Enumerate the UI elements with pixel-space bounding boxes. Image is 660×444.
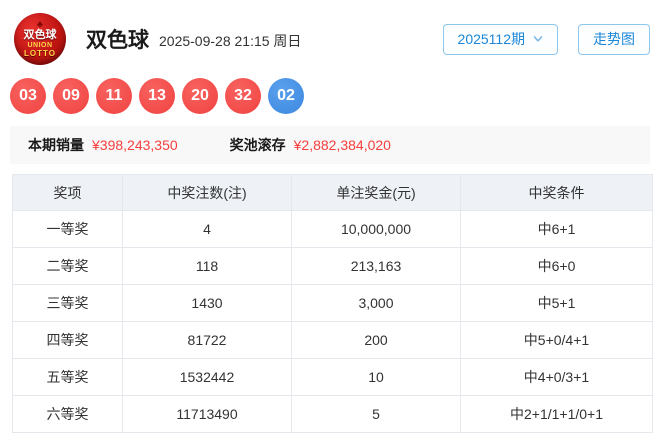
table-row: 二等奖 118 213,163 中6+0 <box>13 248 653 285</box>
prize-tier: 三等奖 <box>13 285 123 322</box>
sales-bar: 本期销量 ¥398,243,350 奖池滚存 ¥2,882,384,020 <box>10 126 650 164</box>
winner-count: 118 <box>123 248 292 285</box>
prize-amount: 3,000 <box>292 285 461 322</box>
red-ball-4: 13 <box>139 78 175 114</box>
winner-count: 11713490 <box>123 396 292 433</box>
red-ball-5: 20 <box>182 78 218 114</box>
table-row: 一等奖 4 10,000,000 中6+1 <box>13 211 653 248</box>
sales-value: ¥398,243,350 <box>92 137 178 153</box>
prize-amount: 10,000,000 <box>292 211 461 248</box>
win-condition: 中2+1/1+1/0+1 <box>461 396 653 433</box>
trend-chart-button[interactable]: 走势图 <box>578 24 650 55</box>
winner-count: 1430 <box>123 285 292 322</box>
header-win-condition: 中奖条件 <box>461 175 653 211</box>
winner-count: 81722 <box>123 322 292 359</box>
table-row: 四等奖 81722 200 中5+0/4+1 <box>13 322 653 359</box>
prize-amount: 200 <box>292 322 461 359</box>
red-ball-3: 11 <box>96 78 132 114</box>
header: ♣ 双色球 UNION LOTTO 双色球 2025-09-28 21:15 周… <box>0 0 660 68</box>
sales-label: 本期销量 <box>28 135 84 155</box>
red-ball-6: 32 <box>225 78 261 114</box>
prize-amount: 5 <box>292 396 461 433</box>
header-prize-amount: 单注奖金(元) <box>292 175 461 211</box>
issue-selector-value: 2025112期 <box>458 29 525 49</box>
logo-text-lotto: LOTTO <box>24 50 56 58</box>
pool-value: ¥2,882,384,020 <box>294 137 391 153</box>
prize-amount: 213,163 <box>292 248 461 285</box>
table-row: 三等奖 1430 3,000 中5+1 <box>13 285 653 322</box>
prize-tier: 五等奖 <box>13 359 123 396</box>
win-condition: 中5+1 <box>461 285 653 322</box>
header-winner-count: 中奖注数(注) <box>123 175 292 211</box>
win-condition: 中6+0 <box>461 248 653 285</box>
prize-tier: 四等奖 <box>13 322 123 359</box>
prize-tier: 六等奖 <box>13 396 123 433</box>
page-title: 双色球 <box>86 24 149 54</box>
win-condition: 中6+1 <box>461 211 653 248</box>
win-condition: 中5+0/4+1 <box>461 322 653 359</box>
logo-text-cn: 双色球 <box>24 30 57 41</box>
header-actions: 2025112期 走势图 <box>443 24 650 55</box>
table-row: 五等奖 1532442 10 中4+0/3+1 <box>13 359 653 396</box>
prize-table: 奖项 中奖注数(注) 单注奖金(元) 中奖条件 一等奖 4 10,000,000… <box>12 174 653 433</box>
red-ball-2: 09 <box>53 78 89 114</box>
prize-amount: 10 <box>292 359 461 396</box>
union-lotto-logo-icon: ♣ 双色球 UNION LOTTO <box>14 13 66 65</box>
result-balls: 03 09 11 13 20 32 02 <box>0 68 660 114</box>
table-header-row: 奖项 中奖注数(注) 单注奖金(元) 中奖条件 <box>13 175 653 211</box>
red-ball-1: 03 <box>10 78 46 114</box>
lottery-result-panel: ♣ 双色球 UNION LOTTO 双色球 2025-09-28 21:15 周… <box>0 0 660 444</box>
logo-text-union: UNION <box>27 42 52 49</box>
logo-ornament-icon: ♣ <box>37 20 43 29</box>
draw-datetime: 2025-09-28 21:15 周日 <box>159 31 301 51</box>
winner-count: 1532442 <box>123 359 292 396</box>
header-prize-tier: 奖项 <box>13 175 123 211</box>
issue-selector-dropdown[interactable]: 2025112期 <box>443 24 558 55</box>
prize-tier: 二等奖 <box>13 248 123 285</box>
winner-count: 4 <box>123 211 292 248</box>
pool-label: 奖池滚存 <box>230 135 286 155</box>
chevron-down-icon <box>533 34 543 44</box>
win-condition: 中4+0/3+1 <box>461 359 653 396</box>
blue-ball-1: 02 <box>268 78 304 114</box>
prize-tier: 一等奖 <box>13 211 123 248</box>
table-row: 六等奖 11713490 5 中2+1/1+1/0+1 <box>13 396 653 433</box>
